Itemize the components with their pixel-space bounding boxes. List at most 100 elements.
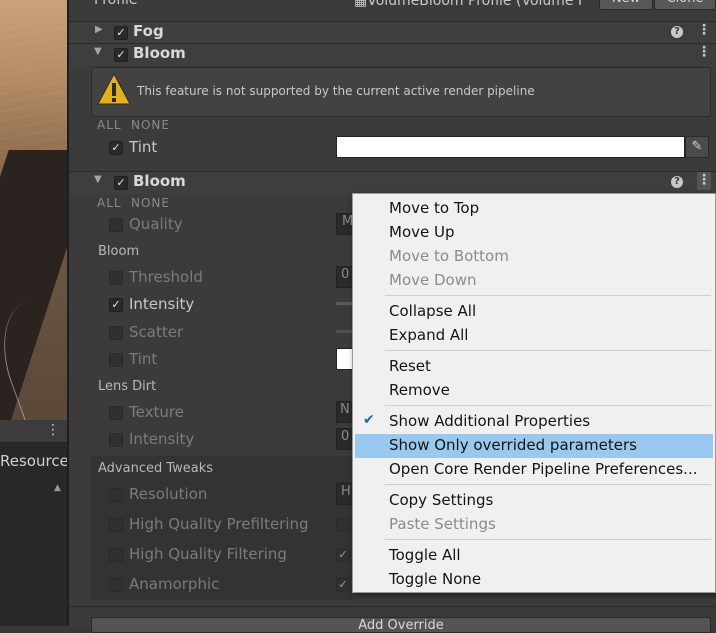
threshold-override-checkbox[interactable]: [109, 271, 123, 285]
profile-label: Profile: [94, 0, 138, 8]
menu-item-reset[interactable]: Reset: [353, 355, 715, 379]
lens-intensity-value: 0: [341, 429, 350, 444]
fog-title: Fog: [133, 22, 164, 40]
menu-item-move-up[interactable]: Move Up: [353, 221, 715, 245]
menu-item-toggle-all[interactable]: Toggle All: [353, 544, 715, 568]
threshold-label: Threshold: [129, 268, 203, 286]
menu-item-remove[interactable]: Remove: [353, 379, 715, 403]
intensity-override-checkbox[interactable]: ✓: [109, 298, 123, 312]
menu-item-label: Move to Bottom: [389, 247, 509, 265]
tint-label: Tint: [129, 138, 158, 156]
none-toggle-2[interactable]: NONE: [131, 196, 170, 210]
add-override-button[interactable]: Add Override: [91, 617, 711, 633]
section-lens-dirt: Lens Dirt: [98, 379, 157, 394]
menu-item-label: Show Only overrided parameters: [389, 436, 637, 454]
tint-color-field[interactable]: [336, 136, 685, 158]
menu-item-open-preferences[interactable]: Open Core Render Pipeline Preferences...: [353, 458, 715, 482]
scroll-up-icon[interactable]: ▲: [54, 483, 61, 493]
menu-separator: [385, 295, 711, 296]
scene-view[interactable]: [0, 0, 67, 420]
scatter-label: Scatter: [129, 323, 184, 341]
menu-item-label: Toggle None: [389, 570, 482, 588]
menu-item-label: Move Up: [389, 223, 455, 241]
intensity-label: Intensity: [129, 295, 195, 313]
lens-intensity-label: Intensity: [129, 430, 195, 448]
menu-item-label: Remove: [389, 381, 450, 399]
help-icon[interactable]: ?: [671, 176, 683, 188]
collapse-arrow-icon[interactable]: ▼: [94, 46, 102, 57]
tint-override-checkbox-2[interactable]: [109, 353, 123, 367]
menu-item-label: Reset: [389, 357, 431, 375]
clone-profile-button[interactable]: Clone: [654, 0, 716, 10]
threshold-value: 0: [341, 267, 350, 282]
menu-item-collapse-all[interactable]: Collapse All: [353, 300, 715, 324]
hq-prefiltering-override-checkbox[interactable]: [109, 518, 123, 532]
eyedropper-icon[interactable]: ✎: [685, 136, 709, 158]
texture-value: N: [340, 402, 350, 417]
quality-override-checkbox[interactable]: [109, 218, 123, 232]
fog-header[interactable]: [69, 21, 716, 44]
menu-item-move-to-top[interactable]: Move to Top: [353, 197, 715, 221]
all-toggle[interactable]: ALL: [97, 118, 122, 132]
hq-filtering-checkbox[interactable]: ✓: [336, 548, 350, 562]
quality-value: M: [342, 214, 354, 229]
none-toggle[interactable]: NONE: [131, 118, 170, 132]
profile-value: VolumeBloom Profile (Volume I: [367, 0, 583, 9]
anamorphic-override-checkbox[interactable]: [109, 578, 123, 592]
section-bloom: Bloom: [98, 244, 140, 259]
scatter-override-checkbox[interactable]: [109, 326, 123, 340]
resource-label: Resource: [0, 452, 69, 470]
new-profile-button[interactable]: New: [599, 0, 653, 10]
resolution-override-checkbox[interactable]: [109, 488, 123, 502]
texture-override-checkbox[interactable]: [109, 406, 123, 420]
divider: [69, 606, 716, 607]
component-menu-icon[interactable]: ⋮: [697, 44, 711, 60]
resolution-label: Resolution: [129, 485, 208, 503]
tint-override-checkbox[interactable]: ✓: [109, 141, 123, 155]
menu-item-toggle-none[interactable]: Toggle None: [353, 568, 715, 592]
context-menu: Move to Top Move Up Move to Bottom Move …: [352, 193, 716, 593]
menu-item-paste-settings: Paste Settings: [353, 513, 715, 537]
bloom-enable-checkbox-2[interactable]: ✓: [114, 176, 128, 190]
menu-item-label: Collapse All: [389, 302, 477, 320]
hq-prefiltering-checkbox[interactable]: [336, 518, 350, 532]
menu-item-label: Move to Top: [389, 199, 480, 217]
menu-item-label: Show Additional Properties: [389, 412, 591, 430]
component-menu-icon[interactable]: ⋮: [697, 22, 711, 38]
menu-item-label: Open Core Render Pipeline Preferences...: [389, 460, 698, 478]
menu-item-copy-settings[interactable]: Copy Settings: [353, 489, 715, 513]
hq-filtering-label: High Quality Filtering: [129, 545, 287, 563]
component-menu-icon-active[interactable]: ⋮: [697, 172, 711, 190]
bloom-title-2: Bloom: [133, 172, 186, 190]
resolution-value: H: [341, 484, 351, 499]
menu-separator: [385, 350, 711, 351]
panel-menu-icon[interactable]: ⋮: [46, 422, 60, 438]
hq-filtering-override-checkbox[interactable]: [109, 548, 123, 562]
collapse-arrow-icon[interactable]: ▼: [94, 174, 102, 185]
anamorphic-checkbox[interactable]: ✓: [336, 578, 350, 592]
texture-label: Texture: [129, 403, 184, 421]
profile-field[interactable]: ▦VolumeBloom Profile (Volume I: [354, 0, 582, 9]
menu-item-expand-all[interactable]: Expand All: [353, 324, 715, 348]
warning-message: This feature is not supported by the cur…: [137, 84, 535, 98]
menu-item-label: Toggle All: [389, 546, 461, 564]
checkmark-icon: ✔: [363, 412, 375, 428]
menu-item-show-only-overrided[interactable]: Show Only overrided parameters: [355, 434, 713, 458]
fog-enable-checkbox[interactable]: ✓: [114, 26, 128, 40]
menu-item-move-down: Move Down: [353, 269, 715, 293]
menu-separator: [385, 484, 711, 485]
menu-item-move-to-bottom: Move to Bottom: [353, 245, 715, 269]
bloom-enable-checkbox[interactable]: ✓: [114, 48, 128, 62]
section-advanced-tweaks: Advanced Tweaks: [98, 461, 214, 476]
all-toggle-2[interactable]: ALL: [97, 196, 122, 210]
project-panel: [0, 420, 67, 626]
menu-item-show-additional-properties[interactable]: ✔ Show Additional Properties: [353, 410, 715, 434]
expand-arrow-icon[interactable]: ▶: [95, 24, 103, 35]
bloom-title: Bloom: [133, 44, 186, 62]
lens-intensity-override-checkbox[interactable]: [109, 433, 123, 447]
hq-prefiltering-label: High Quality Prefiltering: [129, 515, 309, 533]
menu-separator: [385, 405, 711, 406]
help-icon[interactable]: ?: [671, 26, 683, 38]
anamorphic-label: Anamorphic: [129, 575, 220, 593]
menu-item-label: Move Down: [389, 271, 477, 289]
